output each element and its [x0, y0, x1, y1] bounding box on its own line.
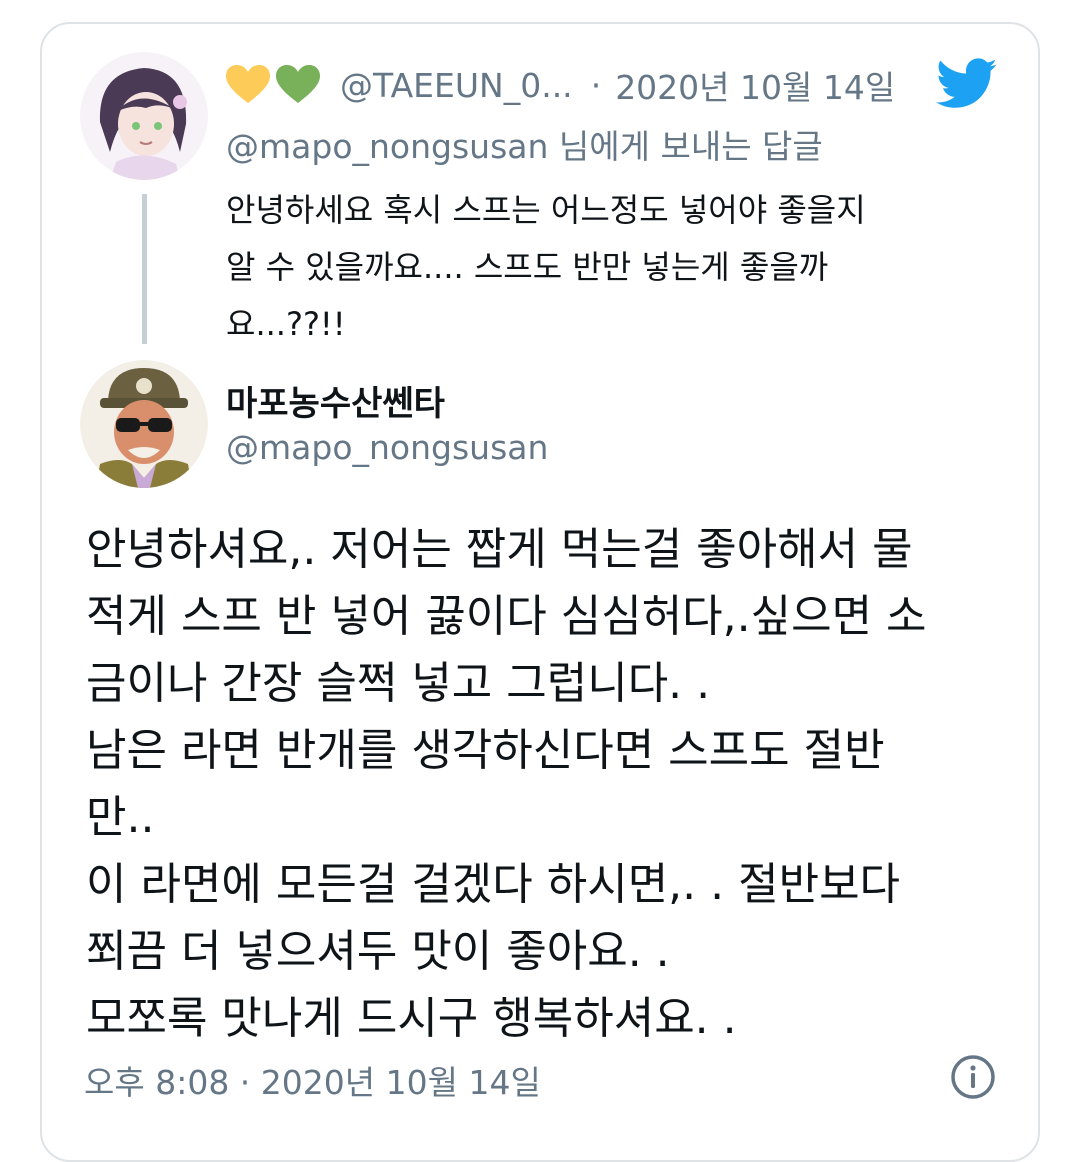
- separator-dot: ·: [590, 65, 602, 105]
- info-icon[interactable]: [950, 1054, 996, 1100]
- green-heart-icon: [276, 65, 320, 105]
- reply-text: 안녕하세요 혹시 스프는 어느정도 넣어야 좋을지 알 수 있을까요.... 스…: [226, 182, 1006, 353]
- yellow-heart-icon: [226, 65, 270, 105]
- reply-author-handle[interactable]: @TAEEUN_0...: [340, 66, 573, 105]
- tweet-text-line: 쬐끔 더 넣으셔두 맛이 좋아요. .: [86, 926, 670, 977]
- reply-date[interactable]: 2020년 10월 14일: [615, 61, 895, 109]
- tweet-text-line: 남은 라면 반개를 생각하신다면 스프도 절반: [86, 725, 885, 776]
- reply-text-line: 안녕하세요 혹시 스프는 어느정도 넣어야 좋을지: [226, 191, 866, 229]
- replying-to-line: @mapo_nongsusan 님에게 보내는 답글: [226, 120, 823, 168]
- replying-to-mention[interactable]: @mapo_nongsusan: [226, 127, 548, 166]
- thread-connector-line: [142, 194, 147, 344]
- tweet-text-line: 금이나 간장 슬쩍 넣고 그럽니다. .: [86, 658, 711, 709]
- author-handle[interactable]: @mapo_nongsusan: [226, 428, 548, 467]
- author-avatar[interactable]: [80, 360, 208, 488]
- twitter-bird-icon[interactable]: [936, 56, 998, 112]
- tweet-text: 안녕하셔요,. 저어는 짭게 먹는걸 좋아해서 물 적게 스프 반 넣어 끓이다…: [86, 516, 1046, 1052]
- replying-to-suffix: 님에게 보내는 답글: [548, 127, 823, 166]
- tweet-text-line: 모쪼록 맛나게 드시구 행복하셔요. .: [86, 993, 737, 1044]
- reply-header: @TAEEUN_0... · 2020년 10월 14일: [226, 60, 895, 110]
- author-name[interactable]: 마포농수산쎈타: [226, 376, 445, 425]
- tweet-timestamp[interactable]: 오후 8:08 · 2020년 10월 14일: [84, 1056, 541, 1104]
- tweet-text-line: 적게 스프 반 넣어 끓이다 심심허다,.싶으면 소: [86, 591, 927, 642]
- reply-text-line: 요...??!!: [226, 305, 346, 343]
- tweet-text-line: 만..: [86, 792, 155, 843]
- tweet-text-line: 이 라면에 모든걸 걸겠다 하시면,. . 절반보다: [86, 859, 901, 910]
- reply-author-avatar[interactable]: [80, 52, 208, 180]
- reply-text-line: 알 수 있을까요.... 스프도 반만 넣는게 좋을까: [226, 248, 829, 286]
- tweet-text-line: 안녕하셔요,. 저어는 짭게 먹는걸 좋아해서 물: [86, 524, 913, 575]
